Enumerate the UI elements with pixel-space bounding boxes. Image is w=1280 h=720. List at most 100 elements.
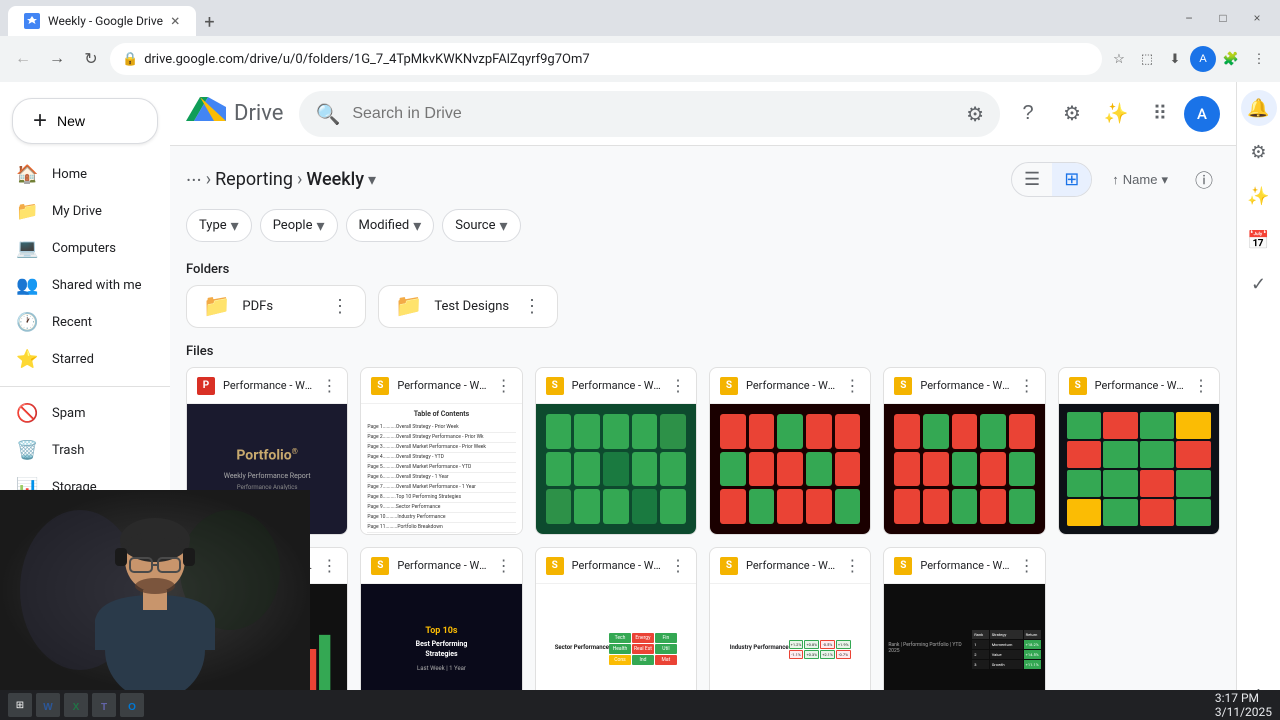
file-card-4[interactable]: S Performance - Wee... ⋮	[883, 367, 1045, 535]
settings-button[interactable]: ⚙	[1052, 94, 1092, 134]
cast-button[interactable]: ⬚	[1134, 46, 1160, 72]
browser-tabs: Weekly - Google Drive × +	[8, 0, 224, 36]
file-card-0-header: P Performance - Wee... ⋮	[187, 368, 347, 404]
forward-button[interactable]: →	[42, 44, 72, 74]
minimize-button[interactable]: −	[1174, 3, 1204, 33]
breadcrumb-dropdown-icon[interactable]: ▾	[368, 170, 376, 189]
filter-type[interactable]: Type ▾	[186, 209, 252, 242]
taskbar-outlook[interactable]: O	[120, 693, 144, 717]
search-input[interactable]	[352, 105, 954, 123]
drive-logo: Drive	[186, 97, 283, 131]
sort-button[interactable]: ↑ Name ▾	[1100, 166, 1180, 194]
sidebar-item-computers[interactable]: 💻 Computers	[0, 230, 162, 267]
right-panel-tasks[interactable]: ✓	[1241, 266, 1277, 302]
drive-header: Drive 🔍 ⚙ ? ⚙ ✨ ⠿ A	[170, 82, 1236, 146]
sidebar-item-spam[interactable]: 🚫 Spam	[0, 395, 162, 432]
help-button[interactable]: ?	[1008, 94, 1048, 134]
profile-button[interactable]: A	[1190, 46, 1216, 72]
right-panel-calendar[interactable]: 📅	[1241, 222, 1277, 258]
filter-source[interactable]: Source ▾	[442, 209, 520, 242]
extensions-button[interactable]: 🧩	[1218, 46, 1244, 72]
filter-modified[interactable]: Modified ▾	[346, 209, 435, 242]
active-tab[interactable]: Weekly - Google Drive ×	[8, 6, 196, 36]
file-more-1[interactable]: ⋮	[496, 376, 512, 395]
right-panel-gemini[interactable]: ✨	[1241, 178, 1277, 214]
sidebar-item-home[interactable]: 🏠 Home	[0, 156, 162, 193]
bookmark-button[interactable]: ☆	[1106, 46, 1132, 72]
sidebar-item-mydrive[interactable]: 📁 My Drive	[0, 193, 162, 230]
file-more-10[interactable]: ⋮	[1019, 556, 1035, 575]
file-card-1[interactable]: S Performance - Wee... ⋮ Table of Conten…	[360, 367, 522, 535]
file-card-9-header: S Performance - Wee... ⋮	[710, 548, 870, 584]
filter-people[interactable]: People ▾	[260, 209, 338, 242]
tab-close-button[interactable]: ×	[171, 13, 180, 29]
taskbar-word[interactable]: W	[36, 693, 60, 717]
grid-view-button[interactable]: ⊞	[1052, 163, 1091, 196]
search-filters-icon[interactable]: ⚙	[966, 102, 984, 126]
filter-type-label: Type	[199, 218, 227, 233]
breadcrumb-parent[interactable]: Reporting	[215, 169, 293, 190]
taskbar-teams[interactable]: T	[92, 693, 116, 717]
recent-icon: 🕐	[16, 312, 38, 333]
file-more-5[interactable]: ⋮	[1193, 376, 1209, 395]
tab-favicon	[24, 13, 40, 29]
person-silhouette-svg	[0, 490, 310, 690]
file-more-9[interactable]: ⋮	[844, 556, 860, 575]
file-more-4[interactable]: ⋮	[1019, 376, 1035, 395]
right-panel-settings[interactable]: ⚙	[1241, 134, 1277, 170]
gemini-button[interactable]: ✨	[1096, 94, 1136, 134]
sidebar-item-shared[interactable]: 👥 Shared with me	[0, 267, 162, 304]
sidebar-item-trash-label: Trash	[52, 443, 84, 458]
taskbar-excel[interactable]: X	[64, 693, 88, 717]
spam-icon: 🚫	[16, 403, 38, 424]
file-card-2[interactable]: S Performance - Wee... ⋮	[535, 367, 697, 535]
list-view-button[interactable]: ☰	[1012, 163, 1052, 196]
apps-button[interactable]: ⠿	[1140, 94, 1180, 134]
mydrive-icon: 📁	[16, 201, 38, 222]
file-more-8[interactable]: ⋮	[670, 556, 686, 575]
green-grid	[536, 404, 696, 534]
drive-logo-icon	[186, 97, 226, 131]
taskbar-start[interactable]: ⊞	[8, 693, 32, 717]
maximize-button[interactable]: □	[1208, 3, 1238, 33]
close-window-button[interactable]: ×	[1242, 3, 1272, 33]
file-name-9: Performance - Wee...	[746, 559, 836, 572]
new-button[interactable]: + New	[12, 98, 158, 144]
refresh-button[interactable]: ↻	[76, 44, 106, 74]
file-type-icon-7: S	[371, 557, 389, 575]
breadcrumb-more-button[interactable]: ···	[186, 168, 202, 192]
sidebar-item-recent-label: Recent	[52, 315, 92, 330]
new-tab-button[interactable]: +	[196, 8, 224, 36]
file-card-8-header: S Performance - Wee... ⋮	[536, 548, 696, 584]
file-name-2: Performance - Wee...	[572, 379, 662, 392]
breadcrumb-separator-1: ›	[206, 169, 211, 190]
sidebar-item-recent[interactable]: 🕐 Recent	[0, 304, 162, 341]
back-button[interactable]: ←	[8, 44, 38, 74]
new-button-label: New	[57, 113, 85, 129]
file-card-3[interactable]: S Performance - Wee... ⋮	[709, 367, 871, 535]
sidebar-item-trash[interactable]: 🗑️ Trash	[0, 432, 162, 469]
sidebar-item-starred[interactable]: ⭐ Starred	[0, 341, 162, 378]
file-more-3[interactable]: ⋮	[844, 376, 860, 395]
drive-logo-text: Drive	[234, 101, 283, 126]
folder-item-testdesigns[interactable]: 📁 Test Designs ⋮	[378, 285, 558, 328]
file-card-4-header: S Performance - Wee... ⋮	[884, 368, 1044, 404]
file-more-7[interactable]: ⋮	[496, 556, 512, 575]
right-panel-notifications[interactable]: 🔔	[1241, 90, 1277, 126]
file-name-8: Performance - Wee...	[572, 559, 662, 572]
home-icon: 🏠	[16, 164, 38, 185]
file-more-0[interactable]: ⋮	[321, 376, 337, 395]
folder-more-pdfs[interactable]: ⋮	[331, 296, 349, 317]
file-more-6[interactable]: ⋮	[321, 556, 337, 575]
address-bar[interactable]: 🔒 drive.google.com/drive/u/0/folders/1G_…	[110, 43, 1102, 75]
search-bar[interactable]: 🔍 ⚙	[299, 91, 1000, 137]
info-button[interactable]: ⓘ	[1188, 164, 1220, 196]
menu-button[interactable]: ⋮	[1246, 46, 1272, 72]
file-more-2[interactable]: ⋮	[670, 376, 686, 395]
file-card-5[interactable]: S Performance - Wee... ⋮	[1058, 367, 1220, 535]
folder-item-pdfs[interactable]: 📁 PDFs ⋮	[186, 285, 366, 328]
breadcrumb-current[interactable]: Weekly ▾	[306, 169, 376, 190]
download-button[interactable]: ⬇	[1162, 46, 1188, 72]
folder-more-testdesigns[interactable]: ⋮	[523, 296, 541, 317]
account-avatar[interactable]: A	[1184, 96, 1220, 132]
